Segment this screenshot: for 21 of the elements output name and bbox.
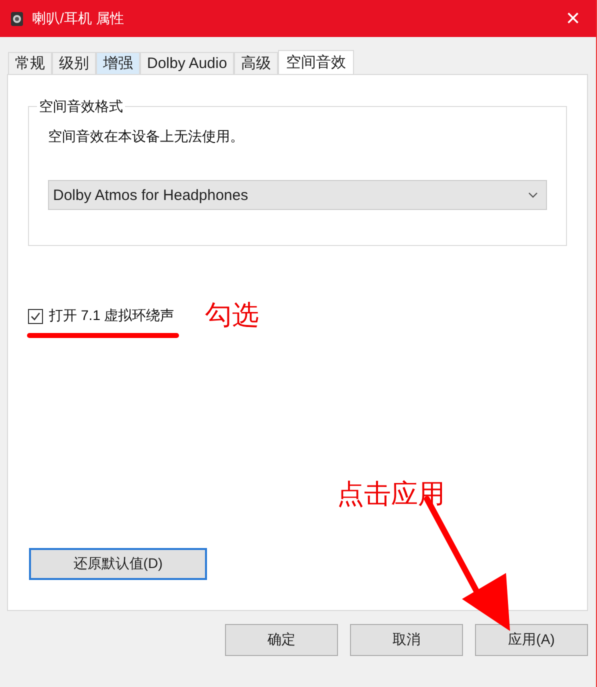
tab[interactable]: 常规: [8, 52, 52, 74]
restore-defaults-button[interactable]: 还原默认值(D): [29, 548, 207, 580]
check-icon: [30, 310, 41, 322]
chevron-icon: [528, 192, 538, 198]
tab[interactable]: Dolby Audio: [140, 52, 234, 74]
dialog-button[interactable]: 应用(A): [475, 624, 588, 656]
window-title: 喇叭/耳机 属性: [32, 10, 125, 28]
close-button[interactable]: ×: [550, 0, 596, 37]
dialog-button[interactable]: 确定: [225, 624, 338, 656]
tab[interactable]: 增强: [96, 52, 140, 74]
annotation-text: 勾选: [205, 299, 259, 333]
tab[interactable]: 空间音效: [278, 50, 354, 74]
dialog-button[interactable]: 取消: [350, 624, 463, 656]
annotation-text: 点击应用: [337, 478, 445, 512]
group-title: 空间音效格式: [37, 98, 125, 116]
checkbox[interactable]: [28, 308, 43, 324]
tab[interactable]: 级别: [52, 52, 96, 74]
checkbox-label[interactable]: 打开 7.1 虚拟环绕声: [49, 307, 174, 325]
speaker-icon: [10, 10, 24, 26]
message-text: 空间音效在本设备上无法使用。: [48, 128, 245, 146]
tab[interactable]: 高级: [234, 52, 278, 74]
